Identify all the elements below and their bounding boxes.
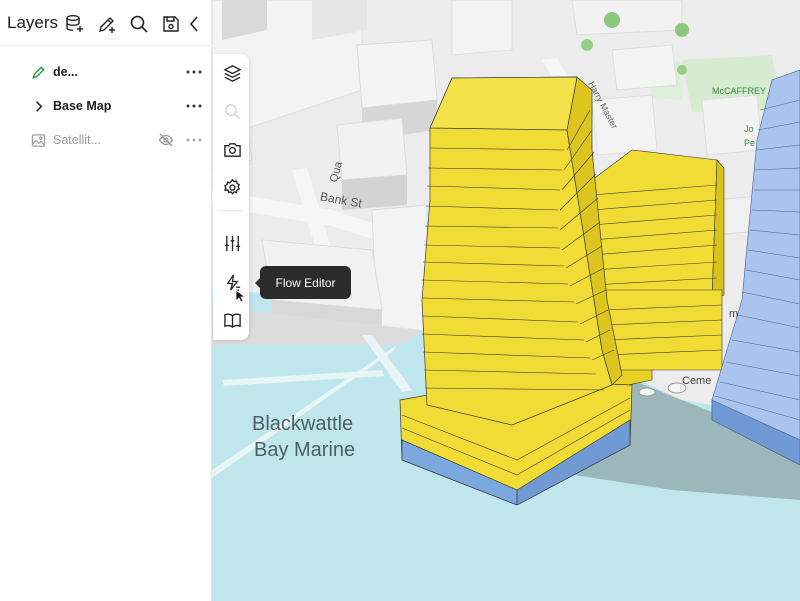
camera-button[interactable] (221, 138, 243, 160)
more-horizontal-icon (186, 70, 202, 74)
walkway (212, 345, 397, 478)
new-sketch-button[interactable] (96, 13, 118, 35)
cylinder (667, 382, 687, 394)
search-icon (130, 15, 148, 33)
edit-plus-icon (99, 17, 115, 33)
image-icon (30, 132, 46, 148)
book-icon (223, 313, 241, 328)
mouse-cursor-icon (235, 289, 245, 303)
building-shade (342, 175, 407, 210)
panel-title: Layers (7, 13, 59, 32)
layer-name: de... (53, 65, 79, 79)
chevron-right-icon[interactable] (30, 98, 46, 114)
more-horizontal-icon (186, 104, 202, 108)
cylinder (638, 387, 656, 397)
sliders-icon (224, 235, 240, 251)
building (571, 0, 683, 36)
search-button[interactable] (128, 13, 150, 35)
disabled-search-icon (224, 103, 240, 119)
flow-editor-tooltip: Flow Editor (255, 266, 351, 299)
tree (675, 23, 689, 37)
map-view[interactable]: Bank St Qua Harry Master McCAFFREY Jo Pe… (212, 0, 800, 601)
layer-row-de[interactable]: de... (0, 57, 212, 87)
building (451, 0, 513, 56)
save-icon (163, 16, 179, 32)
layer-options-button[interactable] (184, 63, 204, 81)
building (591, 94, 658, 156)
layer-name: Satellit... (53, 133, 101, 147)
toolbar-divider (219, 210, 243, 211)
map-scene[interactable] (212, 0, 800, 601)
building (336, 117, 408, 181)
guide-button[interactable] (221, 309, 243, 331)
settings-icon (223, 178, 240, 195)
save-button[interactable] (160, 13, 182, 35)
layer-row-base-map[interactable]: Base Map (0, 91, 212, 121)
building (701, 94, 763, 156)
building (356, 39, 438, 109)
add-database-icon (66, 15, 83, 32)
layers-button[interactable] (221, 62, 243, 84)
chevron-left-icon (189, 16, 198, 32)
tower-a (421, 76, 623, 426)
disabled-search-button[interactable] (221, 100, 243, 122)
panel-header: Layers (0, 0, 212, 46)
camera-icon (223, 142, 241, 157)
tree (604, 12, 620, 28)
tree (677, 65, 687, 75)
more-horizontal-icon (186, 138, 202, 142)
add-database-button[interactable] (64, 13, 86, 35)
eye-off-icon (158, 133, 174, 147)
walkway (222, 370, 384, 386)
layers-panel: Layers de... Base Map Satellit... (0, 0, 212, 601)
collapse-panel-button[interactable] (183, 13, 205, 35)
layer-name: Base Map (53, 99, 112, 113)
building (611, 44, 678, 91)
visibility-toggle[interactable] (157, 131, 175, 149)
layer-options-button[interactable] (184, 131, 204, 149)
settings-button[interactable] (221, 176, 243, 198)
adjust-button[interactable] (221, 232, 243, 254)
layers-icon (222, 64, 242, 82)
layer-options-button[interactable] (184, 97, 204, 115)
pencil-icon (30, 64, 46, 80)
tree (581, 39, 593, 51)
layer-row-satellite[interactable]: Satellit... (0, 125, 212, 155)
